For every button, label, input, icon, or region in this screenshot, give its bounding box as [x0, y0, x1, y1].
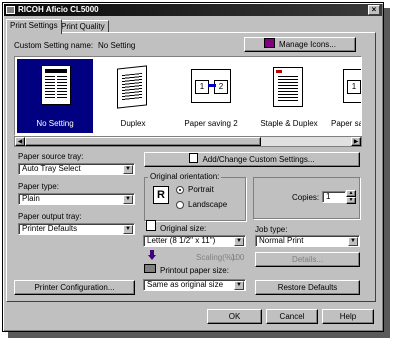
paper-saving-icon: 1 2	[343, 69, 361, 103]
printout-size-select[interactable]: Same as original size ▼	[143, 279, 246, 291]
copies-up-icon[interactable]: ▲	[346, 190, 356, 197]
original-size-value: Letter (8 1/2" x 11")	[147, 236, 216, 245]
manage-icons-button[interactable]: Manage Icons...	[244, 37, 356, 52]
window-title: RICOH Aficio CL5000	[18, 5, 99, 14]
scroll-thumb[interactable]	[25, 137, 261, 146]
original-size-label: Original size:	[160, 224, 207, 233]
custom-setting-value: No Setting	[98, 41, 136, 50]
preset-label: Paper saving 2	[184, 119, 238, 128]
paper-output-label: Paper output tray:	[18, 212, 82, 221]
ok-button[interactable]: OK	[207, 309, 262, 324]
paper-output-value: Printer Defaults	[22, 224, 78, 233]
printer-icon	[6, 6, 15, 14]
custom-setting-label: Custom Setting name:	[14, 41, 94, 50]
add-change-custom-settings-button[interactable]: Add/Change Custom Settings...	[144, 152, 360, 167]
printer-icon	[144, 264, 156, 273]
scroll-right-icon[interactable]: ▶	[351, 137, 361, 146]
preset-duplex[interactable]: Duplex	[95, 59, 171, 133]
restore-defaults-button[interactable]: Restore Defaults	[255, 280, 360, 295]
preset-paper-saving-2[interactable]: 1 2 Paper saving 2	[173, 59, 249, 133]
printout-size-value: Same as original size	[147, 280, 224, 289]
orientation-r-icon: R	[153, 186, 169, 204]
paper-type-select[interactable]: Plain ▼	[18, 193, 135, 205]
orientation-label: Original orientation:	[148, 172, 222, 182]
add-change-label: Add/Change Custom Settings...	[202, 155, 315, 164]
details-button[interactable]: Details...	[255, 252, 360, 267]
title-bar[interactable]: RICOH Aficio CL5000 ×	[4, 4, 382, 16]
preset-no-setting[interactable]: No Setting	[17, 59, 93, 133]
scroll-left-icon[interactable]: ◀	[15, 137, 25, 146]
help-button[interactable]: Help	[322, 309, 374, 324]
paper-type-label: Paper type:	[18, 182, 59, 191]
paper-saving-icon: 1 2	[191, 69, 231, 103]
chevron-down-icon[interactable]: ▼	[234, 237, 244, 246]
preset-paper-saving-more[interactable]: 1 2 Paper savi	[329, 59, 361, 133]
portrait-radio[interactable]	[176, 186, 184, 194]
job-type-label: Job type:	[255, 225, 288, 234]
copies-down-icon[interactable]: ▼	[346, 197, 356, 204]
close-icon[interactable]: ×	[368, 5, 380, 15]
printer-configuration-button[interactable]: Printer Configuration...	[14, 280, 135, 295]
chevron-down-icon[interactable]: ▼	[123, 225, 133, 234]
original-size-select[interactable]: Letter (8 1/2" x 11") ▼	[143, 235, 246, 247]
paper-type-value: Plain	[22, 194, 40, 203]
paper-source-select[interactable]: Auto Tray Select ▼	[18, 163, 135, 175]
preset-label: Staple & Duplex	[260, 119, 318, 128]
staple-duplex-icon	[273, 67, 303, 107]
tab-print-settings[interactable]: Print Settings	[6, 19, 62, 34]
preset-icon-list[interactable]: No Setting Duplex 1 2 Paper saving 2 Sta…	[14, 56, 362, 136]
manage-icons-label: Manage Icons...	[279, 40, 336, 49]
preset-label: Paper savi	[331, 119, 361, 128]
edit-icon	[189, 153, 199, 163]
job-type-value: Normal Print	[259, 236, 304, 245]
portrait-label: Portrait	[188, 185, 214, 194]
document-icon	[41, 65, 71, 105]
paper-source-value: Auto Tray Select	[22, 164, 81, 173]
copies-value: 1	[326, 192, 331, 201]
duplex-icon	[117, 65, 147, 109]
arrow-down-icon	[148, 250, 156, 260]
chevron-down-icon[interactable]: ▼	[123, 195, 133, 204]
scaling-value: 100	[231, 253, 245, 262]
preset-label: No Setting	[36, 119, 74, 128]
manage-icons-icon	[264, 38, 276, 48]
paper-output-select[interactable]: Printer Defaults ▼	[18, 223, 135, 235]
page-icon	[146, 220, 156, 231]
paper-source-label: Paper source tray:	[18, 152, 84, 161]
chevron-down-icon[interactable]: ▼	[348, 237, 358, 246]
preset-staple-duplex[interactable]: Staple & Duplex	[251, 59, 327, 133]
preset-label: Duplex	[120, 119, 146, 128]
landscape-label: Landscape	[188, 200, 228, 209]
copies-label: Copies:	[292, 193, 320, 202]
printout-size-label: Printout paper size:	[160, 266, 229, 275]
copies-input[interactable]: 1	[322, 191, 346, 203]
cancel-button[interactable]: Cancel	[266, 309, 318, 324]
landscape-radio[interactable]	[176, 201, 184, 209]
chevron-down-icon[interactable]: ▼	[234, 281, 244, 290]
job-type-select[interactable]: Normal Print ▼	[255, 235, 360, 247]
chevron-down-icon[interactable]: ▼	[123, 165, 133, 174]
preset-scrollbar[interactable]: ◀ ▶	[14, 136, 362, 147]
